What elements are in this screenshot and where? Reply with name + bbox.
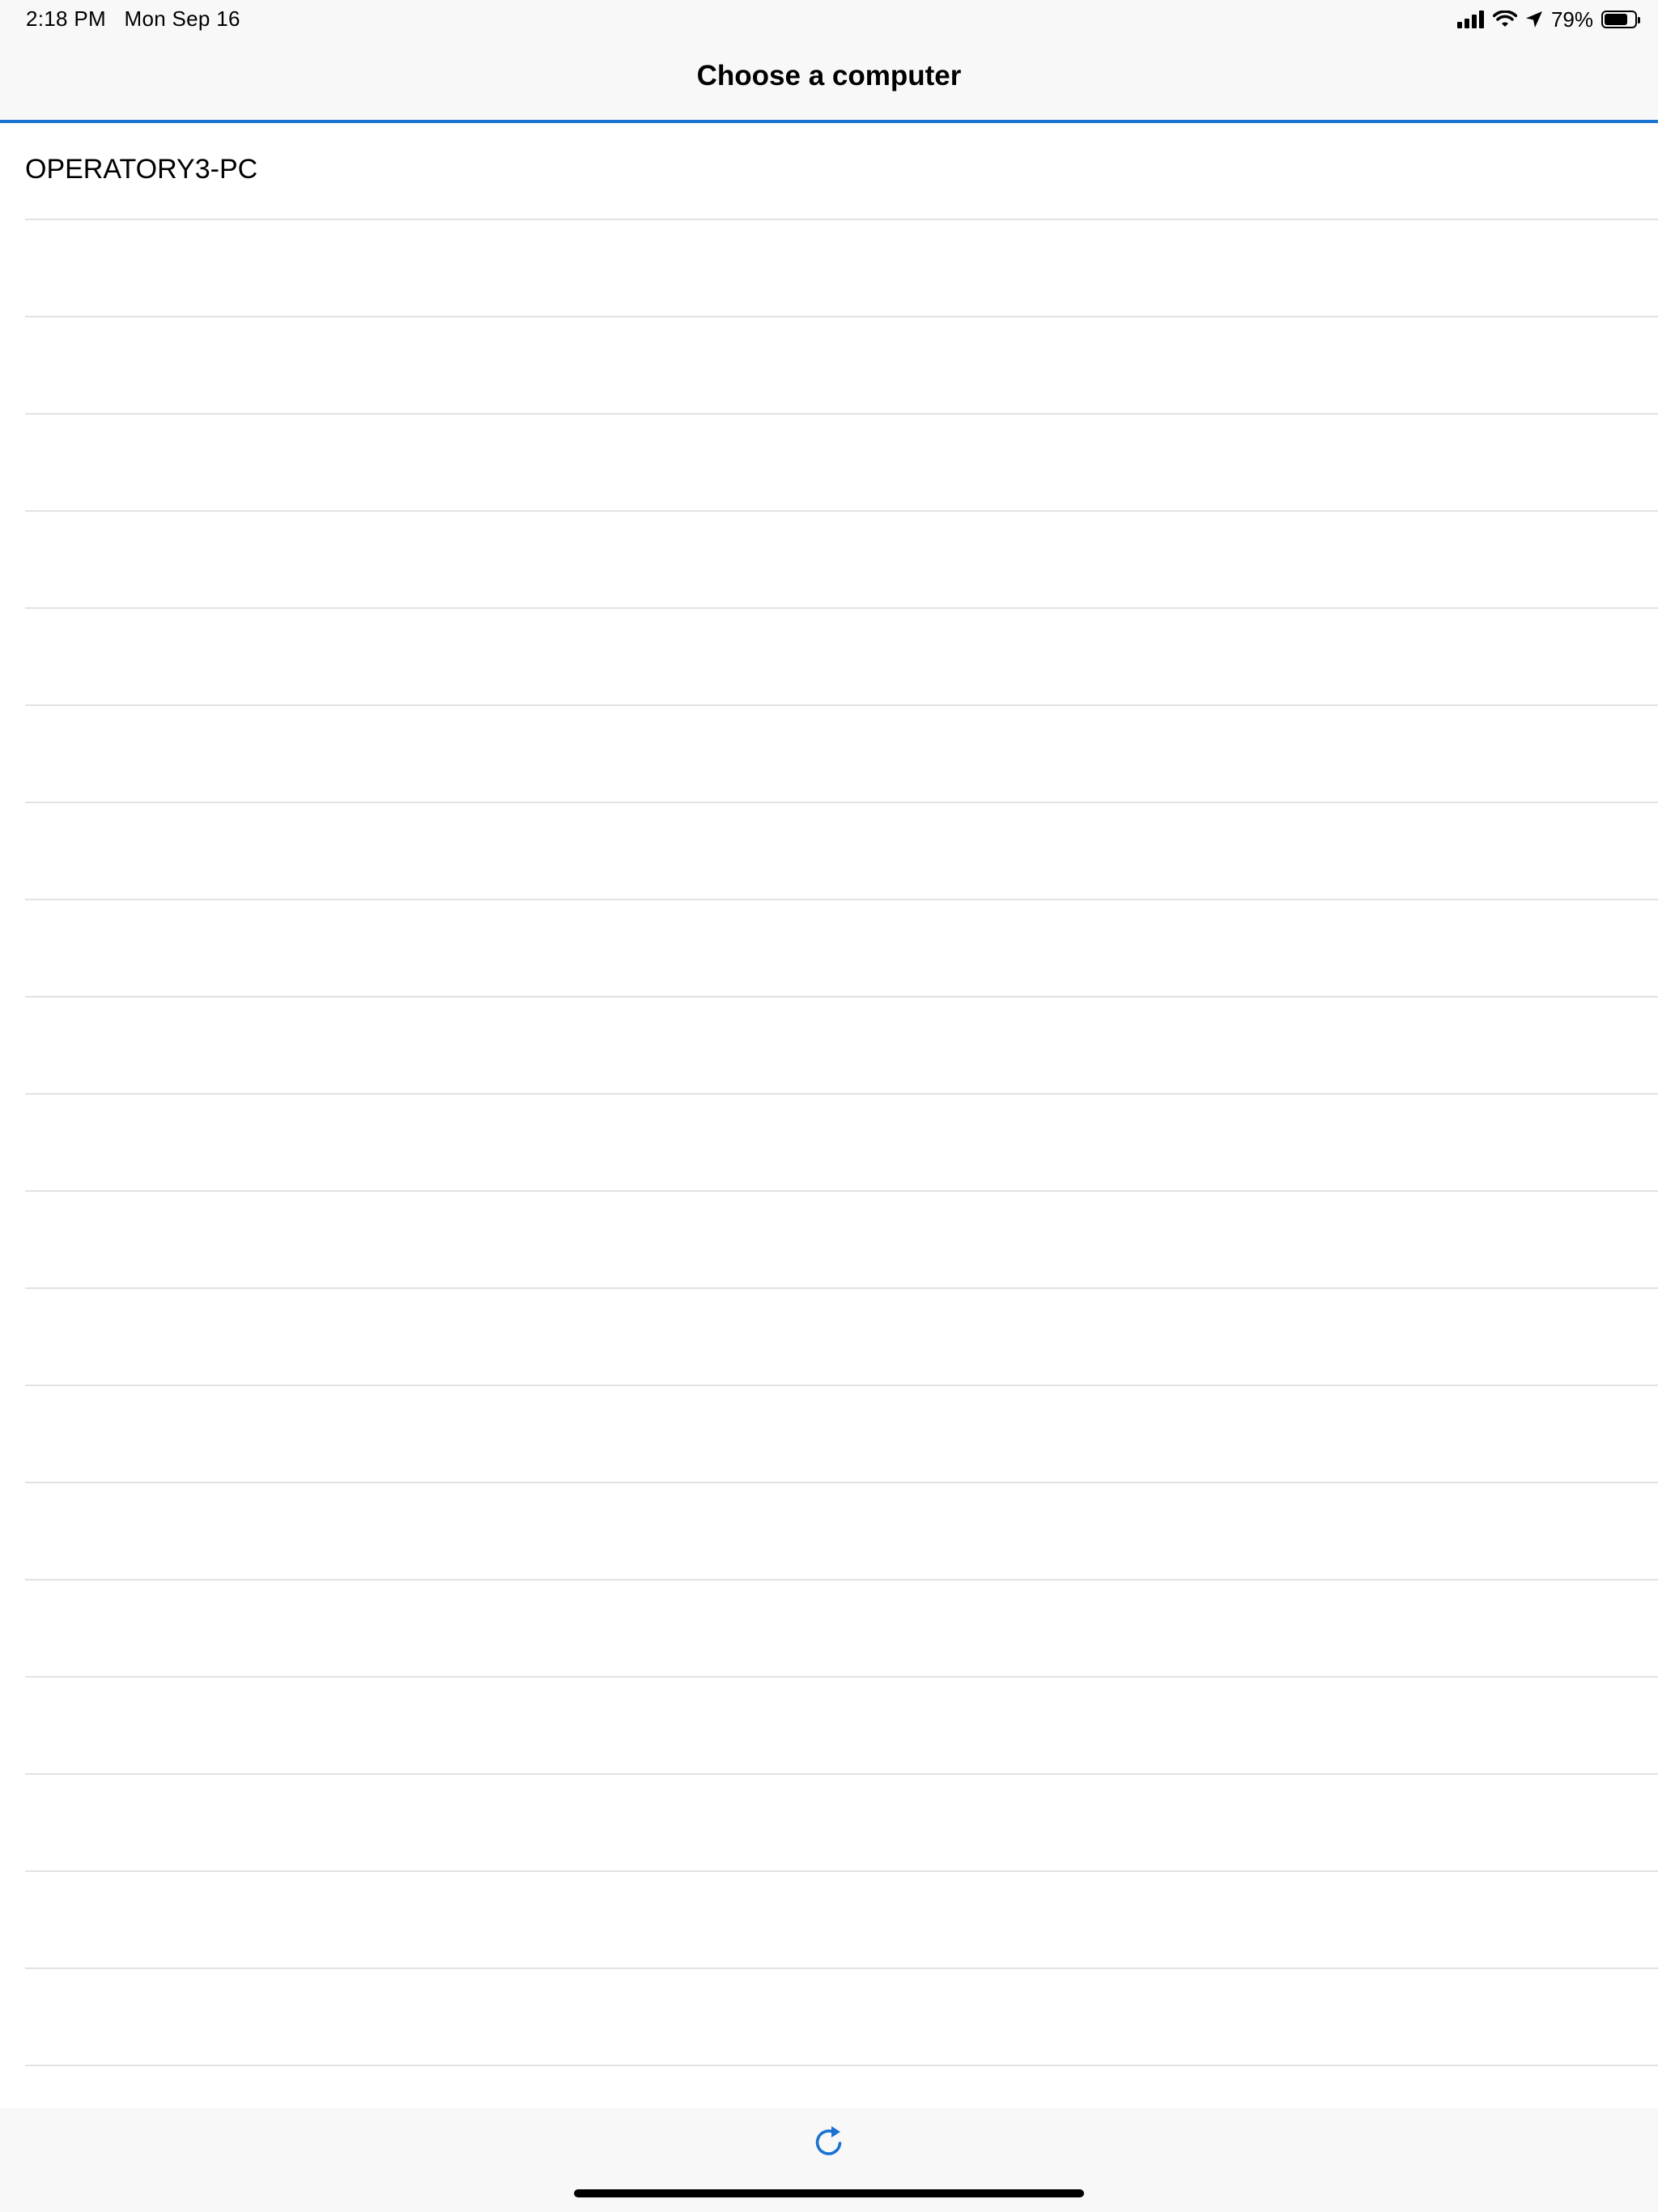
status-time: 2:18 PM <box>26 6 106 31</box>
battery-fill <box>1605 14 1628 25</box>
home-indicator[interactable] <box>574 2189 1084 2197</box>
bottom-toolbar <box>0 2108 1658 2212</box>
status-date: Mon Sep 16 <box>124 6 240 31</box>
wifi-icon <box>1492 11 1517 27</box>
computer-list-row <box>25 1289 1658 1386</box>
refresh-icon <box>815 2126 842 2155</box>
computer-list-row <box>25 512 1658 609</box>
computer-list-row <box>25 1386 1658 1483</box>
computer-list-row <box>25 609 1658 706</box>
computer-list-row <box>25 900 1658 998</box>
page-title: Choose a computer <box>696 60 962 91</box>
cellular-signal-icon <box>1456 11 1484 28</box>
computer-list-row <box>25 1095 1658 1192</box>
computer-list-row[interactable]: OPERATORY3-PC <box>25 123 1658 220</box>
computer-list-row <box>25 220 1658 317</box>
computer-list-row <box>25 706 1658 803</box>
computer-list-row <box>25 1678 1658 1775</box>
battery-icon <box>1601 11 1640 28</box>
computer-list-row <box>25 998 1658 1095</box>
computer-list: OPERATORY3-PC <box>0 123 1658 2163</box>
location-arrow-icon <box>1525 11 1542 28</box>
computer-list-row <box>25 1483 1658 1580</box>
status-time-date: 2:18 PM Mon Sep 16 <box>26 6 240 32</box>
navigation-bar: 2:18 PM Mon Sep 16 79% Choose a computer <box>0 0 1658 123</box>
app-screen: 2:18 PM Mon Sep 16 79% Choose a computer… <box>0 0 1658 2212</box>
battery-percent: 79% <box>1550 6 1593 32</box>
computer-list-row <box>25 803 1658 900</box>
computer-list-row <box>25 415 1658 512</box>
computer-name: OPERATORY3-PC <box>25 154 258 185</box>
battery-cap <box>1638 17 1640 23</box>
computer-list-row <box>25 1969 1658 2066</box>
computer-list-row <box>25 1580 1658 1678</box>
computer-list-row <box>25 1775 1658 1872</box>
status-indicators: 79% <box>1456 6 1640 32</box>
computer-list-row <box>25 1192 1658 1289</box>
refresh-button[interactable] <box>813 2125 845 2160</box>
computer-list-row <box>25 1872 1658 1969</box>
computer-list-row <box>25 317 1658 415</box>
